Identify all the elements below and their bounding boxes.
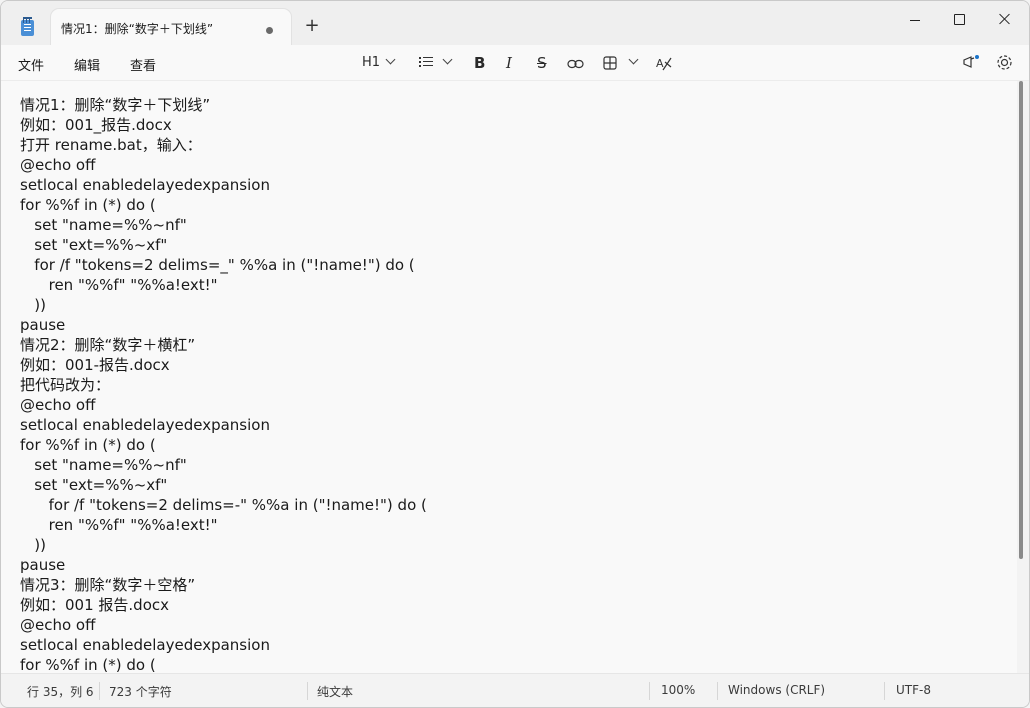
editor-line: 情况1：删除“数字＋下划线”: [20, 96, 211, 114]
editor-line: setlocal enabledelayedexpansion: [20, 416, 270, 434]
strikethrough-icon[interactable]: S: [537, 53, 547, 73]
italic-icon[interactable]: I: [506, 53, 512, 73]
editor-line: set "ext=%%~xf": [20, 476, 168, 494]
editor-line: 情况2：删除“数字＋横杠”: [20, 336, 196, 354]
list-dropdown-chevron[interactable]: [437, 53, 453, 73]
text-editor[interactable]: 情况1：删除“数字＋下划线” 例如：001_报告.docx 打开 rename.…: [1, 81, 1017, 673]
clear-formatting-icon[interactable]: A: [656, 55, 672, 75]
editor-line: ren "%%f" "%%a!ext!": [20, 516, 218, 534]
document-tab[interactable]: 情况1：删除“数字＋下划线”: [51, 9, 291, 45]
menu-file[interactable]: 文件: [18, 55, 44, 74]
maximize-button[interactable]: [945, 9, 973, 31]
editor-line: 把代码改为：: [20, 376, 111, 394]
character-count: 723 个字符: [109, 685, 172, 699]
vertical-scrollbar[interactable]: [1019, 81, 1023, 559]
text-format[interactable]: 纯文本: [317, 683, 353, 700]
editor-line: for /f "tokens=2 delims=-" %%a in ("!nam…: [20, 496, 427, 514]
table-dropdown-chevron[interactable]: [623, 53, 639, 73]
status-divider: [99, 682, 100, 700]
tab-title: 情况1：删除“数字＋下划线”: [61, 22, 214, 36]
encoding[interactable]: UTF-8: [896, 683, 931, 697]
cursor-position: 行 35，列 6: [27, 685, 94, 699]
link-icon[interactable]: [567, 59, 584, 79]
status-divider: [884, 682, 885, 700]
chevron-down-icon: [628, 54, 639, 65]
toolbar: 文件 编辑 查看 H1 B I S A: [1, 45, 1029, 81]
status-divider: [717, 682, 718, 700]
announcement-megaphone-icon[interactable]: [962, 54, 980, 74]
editor-line: pause: [20, 316, 66, 334]
editor-line: for %%f in (*) do (: [20, 436, 156, 454]
heading-label: H1: [362, 55, 381, 70]
table-icon[interactable]: [603, 56, 617, 76]
svg-text:A: A: [656, 57, 664, 70]
editor-line: 例如：001_报告.docx: [20, 116, 172, 134]
editor-line: ren "%%f" "%%a!ext!": [20, 276, 218, 294]
editor-line: pause: [20, 556, 66, 574]
chevron-down-icon: [385, 54, 396, 65]
editor-line: set "ext=%%~xf": [20, 236, 168, 254]
title-bar: 情况1：删除“数字＋下划线” +: [1, 1, 1029, 45]
editor-line: 例如：001-报告.docx: [20, 356, 170, 374]
editor-line: @echo off: [20, 156, 96, 174]
bold-icon[interactable]: B: [474, 53, 485, 73]
line-ending[interactable]: Windows (CRLF): [728, 683, 825, 697]
notepad-app-icon: [21, 17, 34, 36]
notepad-window: 情况1：删除“数字＋下划线” + 文件 编辑 查看 H1 B I S A 情况1…: [0, 0, 1030, 708]
editor-line: for /f "tokens=2 delims=_" %%a in ("!nam…: [20, 256, 415, 274]
editor-line: for %%f in (*) do (: [20, 196, 156, 214]
zoom-level[interactable]: 100%: [661, 683, 695, 697]
editor-line: set "name=%%~nf": [20, 456, 187, 474]
close-button[interactable]: [991, 9, 1019, 31]
editor-line: 例如：001 报告.docx: [20, 596, 169, 614]
menu-view[interactable]: 查看: [130, 55, 156, 74]
editor-line: )): [20, 536, 47, 554]
bulleted-list-icon[interactable]: [419, 56, 435, 68]
editor-line: 打开 rename.bat，输入：: [20, 136, 202, 154]
heading-dropdown[interactable]: H1: [362, 53, 396, 73]
editor-line: for %%f in (*) do (: [20, 656, 156, 673]
new-tab-plus-icon[interactable]: +: [303, 17, 321, 35]
status-bar: 行 35，列 6 723 个字符 纯文本 100% Windows (CRLF)…: [1, 673, 1029, 707]
status-divider: [649, 682, 650, 700]
chevron-down-icon: [442, 54, 453, 65]
unsaved-dot-icon[interactable]: [266, 27, 273, 34]
editor-line: @echo off: [20, 396, 96, 414]
status-divider: [307, 682, 308, 700]
editor-line: 情况3：删除“数字＋空格”: [20, 576, 196, 594]
settings-gear-icon[interactable]: [996, 54, 1013, 74]
editor-line: @echo off: [20, 616, 96, 634]
editor-line: setlocal enabledelayedexpansion: [20, 636, 270, 654]
editor-line: )): [20, 296, 47, 314]
editor-line: setlocal enabledelayedexpansion: [20, 176, 270, 194]
minimize-button[interactable]: [900, 9, 928, 31]
editor-line: set "name=%%~nf": [20, 216, 187, 234]
menu-edit[interactable]: 编辑: [74, 55, 100, 74]
